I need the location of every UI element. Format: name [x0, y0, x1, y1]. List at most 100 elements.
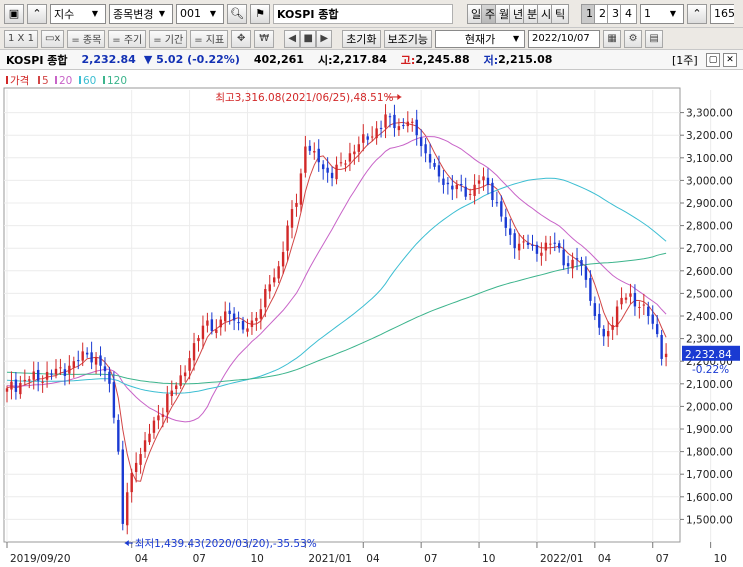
candle-body [255, 317, 258, 321]
indicator-button[interactable]: = 지표 [190, 29, 229, 48]
indicator-label: = 지표 [194, 35, 225, 46]
candle-body [90, 352, 93, 363]
stock-name-display: KOSPI 종합 [273, 3, 453, 24]
candle-body [504, 217, 507, 228]
calendar-icon[interactable]: ▦ [603, 29, 622, 48]
price-chart[interactable]: 1,500.00 1,600.00 1,700.00 1,800.00 1,900.00… [0, 70, 743, 567]
candle-body [126, 492, 129, 526]
gear-icon[interactable]: ⚙ [624, 29, 643, 48]
price-type-select[interactable]: 현재가 ▼ [435, 29, 526, 48]
candle-body [54, 368, 58, 375]
candle-body [411, 121, 414, 123]
search-icon[interactable]: 🔍︎ [227, 3, 247, 24]
next-icon[interactable]: ▶ [316, 29, 333, 48]
cycle-label: = 주기 [112, 35, 143, 46]
currency-button[interactable]: ₩ [254, 29, 275, 48]
candle-body [370, 136, 374, 138]
sub-toolbar: 1 X 1 ▭x = 종목 = 주기 = 기간 = 지표 ✥ ₩ ◀ ■ ▶ 초… [0, 28, 743, 50]
chevron-down-icon: ▼ [91, 9, 99, 18]
scroll-up-icon[interactable]: ⌃ [687, 3, 707, 24]
candle-body [81, 351, 84, 361]
candle-body [192, 343, 196, 361]
reset-button[interactable]: 초기화 [342, 29, 381, 48]
item-button[interactable]: = 종목 [67, 29, 106, 48]
legend-item: 20 [59, 75, 72, 87]
code-input[interactable]: 001 ▼ [176, 3, 224, 24]
legend-item: 5 [42, 75, 49, 87]
y-tick-label: 2,800.00 [686, 221, 733, 233]
panel-period-label: [1주] [672, 53, 698, 67]
candle-body [406, 121, 409, 127]
candle-body [366, 136, 369, 140]
count-input[interactable]: 165 [710, 3, 735, 24]
quote-info-bar: KOSPI 종합 2,232.84 ▼ 5.02 (-0.22%) 402,26… [0, 50, 743, 70]
candle-body [544, 242, 548, 251]
maximize-icon[interactable]: ▢ [706, 53, 720, 67]
y-tick-label: 3,200.00 [686, 130, 733, 142]
x-tick-label: 10 [250, 553, 263, 565]
close-icon[interactable]: ✕ [723, 53, 737, 67]
x-tick-label: 10 [714, 553, 727, 565]
flag-icon[interactable]: ⚑ [250, 3, 270, 24]
candle-body [598, 313, 601, 328]
candle-body [273, 277, 276, 283]
candle-body [85, 352, 89, 355]
period-tab-6[interactable]: 틱 [551, 3, 569, 24]
candle-body [655, 324, 659, 335]
menu-toggle-icon[interactable]: ▣ [4, 3, 24, 24]
market-select[interactable]: 지수 ▼ [50, 3, 106, 24]
candle-body [348, 153, 352, 162]
scroll-up-icon[interactable]: ⌃ [27, 3, 47, 24]
split-icon[interactable]: ▭x [40, 29, 65, 48]
layout-grid-icon[interactable]: ▤ [645, 29, 664, 48]
multiplier-tabs: 1234 [581, 3, 637, 24]
candle-body [468, 193, 472, 195]
candle-body [500, 201, 503, 217]
candle-body [5, 388, 9, 392]
open-value: 2,217.84 [332, 53, 387, 66]
current-change-label: -0.22% [692, 364, 729, 376]
low-label: 저: [483, 53, 499, 67]
candle-body [473, 184, 476, 196]
candle-body [660, 334, 663, 359]
candle-body [638, 306, 641, 308]
candle-body [589, 278, 592, 301]
candle-body [326, 167, 329, 173]
candle-body [566, 263, 570, 267]
x-tick-label: 04 [366, 553, 380, 565]
multiplier-select-value: 1 [644, 7, 651, 20]
max-annotation-arrowhead [397, 93, 402, 100]
candle-body [28, 379, 31, 381]
layout-label: 1 X 1 [8, 33, 34, 44]
y-tick-label: 1,700.00 [686, 469, 733, 481]
candle-body [455, 184, 458, 190]
candle-body [624, 297, 628, 300]
prev-icon[interactable]: ◀ [284, 29, 301, 48]
chevron-down-icon: ▼ [512, 34, 520, 43]
layout-button[interactable]: 1 X 1 [4, 29, 38, 48]
open-label: 시: [317, 53, 333, 67]
y-tick-label: 2,100.00 [686, 379, 733, 391]
candle-body [513, 233, 516, 249]
candle-body [522, 241, 525, 243]
move-icon[interactable]: ✥ [231, 29, 252, 48]
y-tick-label: 3,100.00 [686, 153, 733, 165]
stock-change-select[interactable]: 종목변경 ▼ [109, 3, 173, 24]
candle-body [210, 319, 214, 331]
aux-function-button[interactable]: 보조기능 [383, 29, 433, 48]
stock-name-text: KOSPI 종합 [277, 7, 339, 21]
multiplier-tab-4[interactable]: 4 [620, 3, 637, 24]
count-input-value: 165 [714, 7, 735, 20]
multiplier-select[interactable]: 1 ▼ [640, 3, 684, 24]
period-button[interactable]: = 기간 [149, 29, 188, 48]
candle-body [188, 358, 191, 371]
date-input[interactable]: 2022/10/07 [528, 29, 601, 48]
legend-item: 60 [83, 75, 96, 87]
candle-body [477, 180, 481, 184]
candle-body [215, 329, 218, 333]
stop-icon[interactable]: ■ [300, 29, 317, 48]
candle-body [491, 182, 494, 201]
candlestick-series [5, 104, 668, 535]
candle-body [308, 145, 312, 151]
cycle-button[interactable]: = 주기 [108, 29, 147, 48]
